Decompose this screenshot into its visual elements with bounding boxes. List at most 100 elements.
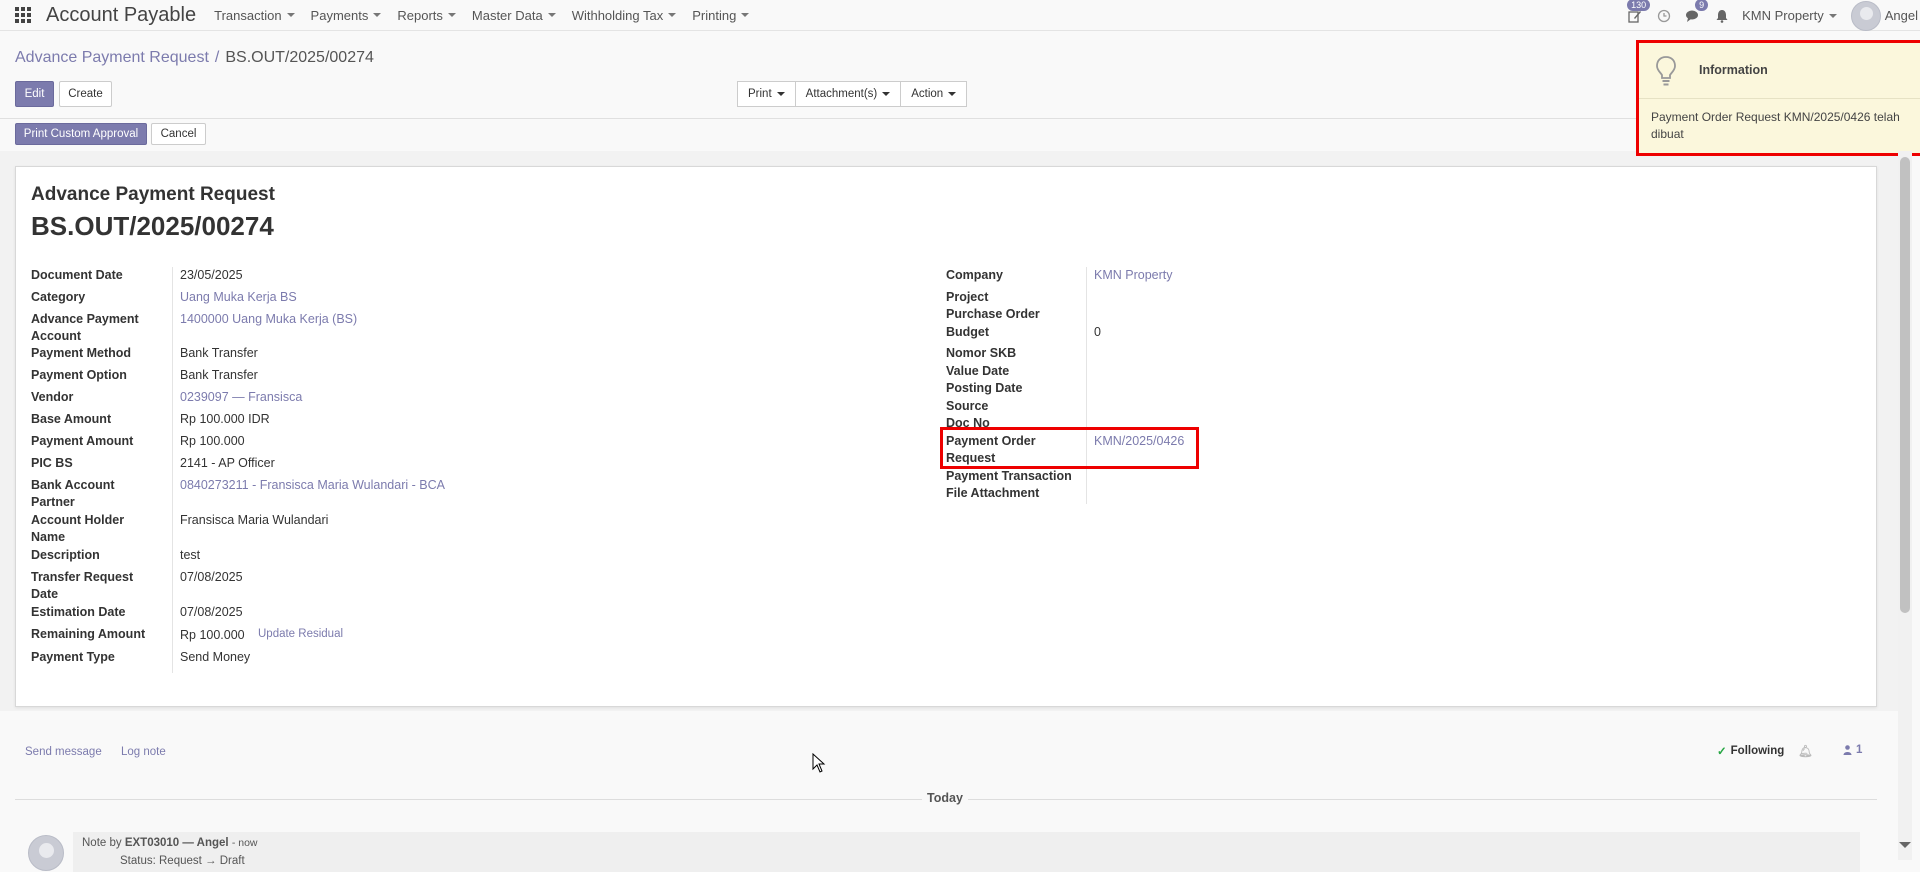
breadcrumb-separator: / [214,49,220,66]
value-description[interactable]: test [180,547,200,564]
label-estimation-date: Estimation Date [31,605,126,619]
log-note-button[interactable]: Log note [121,746,166,758]
value-bank-account-partner[interactable]: 0840273211 - Fransisca Maria Wulandari -… [180,477,445,494]
scrollbar-thumb[interactable] [1900,157,1910,613]
date-separator-today: Today [922,791,968,805]
label-payment-amount: Payment Amount [31,434,134,448]
breadcrumb-current: BS.OUT/2025/00274 [225,49,374,66]
value-pic-bs[interactable]: 2141 - AP Officer [180,455,275,472]
caret-down-icon [373,13,382,17]
caret-down-icon [948,92,957,96]
value-category[interactable]: Uang Muka Kerja BS [180,289,297,306]
note-tracking-value: Status: Request → Draft [120,855,245,867]
value-base-amount[interactable]: Rp 100.000 IDR [180,411,270,428]
value-payment-option[interactable]: Bank Transfer [180,367,258,384]
message-note: Note by EXT03010 — Angel - now [73,832,1860,872]
form-subtitle: Advance Payment Request [31,184,275,205]
breadcrumb-parent[interactable]: Advance Payment Request [15,49,209,67]
menu-label: Transaction [214,7,282,23]
caret-down-icon [741,13,750,17]
value-company[interactable]: KMN Property [1094,267,1173,284]
followers-button[interactable]: 1 [1843,744,1862,756]
action-label: Action [911,88,944,100]
caret-down-icon [1828,13,1837,18]
notification-title: Information [1699,63,1768,77]
value-advance-payment-account[interactable]: 1400000 Uang Muka Kerja (BS) [180,311,357,328]
bell-mute-icon[interactable]: 🔔︎ [1798,744,1813,758]
label-posting-date: Posting Date [946,381,1023,395]
menu-printing[interactable]: Printing [692,8,750,23]
label-purchase-order: Purchase Order [946,307,1040,321]
information-notification: Information Payment Order Request KMN/20… [1636,40,1920,156]
value-document-date[interactable]: 23/05/2025 [180,267,243,284]
followers-count: 1 [1856,744,1863,756]
user-avatar[interactable] [1850,0,1881,31]
menu-transaction[interactable]: Transaction [214,7,295,23]
form-title: BS.OUT/2025/00274 [31,211,274,241]
menu-withholding-tax[interactable]: Withholding Tax [572,8,677,23]
user-name[interactable]: Angel [1885,8,1918,23]
menu-master-data[interactable]: Master Data [472,8,556,23]
value-budget[interactable]: 0 [1094,324,1101,341]
print-label: Print [748,88,772,100]
check-icon: ✓ [1717,746,1727,758]
label-bank-account-partner: Bank Account Partner [31,478,115,509]
label-category: Category [31,290,86,304]
label-budget: Budget [946,325,990,339]
value-remaining-amount[interactable]: Rp 100.000 [180,627,245,644]
lightbulb-icon [1656,56,1676,86]
caret-down-icon [547,13,556,17]
caret-down-icon [776,92,785,96]
message-author-avatar[interactable] [28,835,64,871]
breadcrumb: Advance Payment Request / BS.OUT/2025/00… [15,49,374,67]
label-source: Source [946,399,989,413]
note-author[interactable]: EXT03010 — Angel [125,837,229,849]
user-icon [1843,745,1852,755]
page-scrollbar[interactable] [1898,151,1912,860]
caret-down-icon [447,13,456,17]
menu-payments[interactable]: Payments [311,8,382,23]
label-payment-option: Payment Option [31,368,127,382]
bell-icon[interactable] [1713,7,1731,25]
caret-down-icon [286,13,295,17]
send-message-button[interactable]: Send message [25,746,102,758]
value-transfer-request-date[interactable]: 07/08/2025 [180,569,243,586]
edit-button[interactable]: Edit [15,81,54,107]
cancel-button[interactable]: Cancel [151,123,206,145]
activity-edit-icon[interactable]: 130 [1626,0,1651,25]
attachments-dropdown[interactable]: Attachment(s) [794,81,902,107]
label-file-attachment: File Attachment [946,486,1040,500]
value-payment-method[interactable]: Bank Transfer [180,345,258,362]
label-document-date: Document Date [31,268,123,282]
highlight-payment-order-request [940,427,1199,469]
menu-label: Withholding Tax [571,7,664,23]
create-button[interactable]: Create [59,81,112,107]
value-vendor[interactable]: 0239097 — Fransisca [180,389,302,406]
value-payment-amount[interactable]: Rp 100.000 [180,433,245,450]
value-payment-type[interactable]: Send Money [180,649,250,666]
messages-badge: 9 [1695,0,1709,11]
notification-header: Information [1639,43,1920,99]
label-vendor: Vendor [31,390,74,404]
print-dropdown[interactable]: Print [737,81,796,107]
menu-label: Master Data [471,7,543,23]
menu-label: Reports [397,7,443,23]
value-account-holder-name[interactable]: Fransisca Maria Wulandari [180,512,328,529]
messages-icon[interactable]: 9 [1684,0,1709,25]
note-time: - now [231,837,258,849]
label-advance-payment-account: Advance Payment Account [31,312,139,343]
apps-menu-icon[interactable] [14,6,32,24]
update-residual-button[interactable]: Update Residual [258,628,343,640]
label-base-amount: Base Amount [31,412,112,426]
label-account-holder-name: Account Holder Name [31,513,125,544]
following-toggle[interactable]: ✓ Following 🔔︎ [1717,744,1813,758]
menu-reports[interactable]: Reports [397,8,456,23]
company-switcher[interactable]: KMN Property [1742,8,1837,23]
value-estimation-date[interactable]: 07/08/2025 [180,604,243,621]
scroll-down-arrow-icon[interactable] [1899,842,1911,848]
action-dropdown[interactable]: Action [900,81,968,107]
top-navbar: Account Payable Transaction Payments Rep… [0,0,1920,31]
clock-icon[interactable] [1655,7,1673,25]
print-custom-approval-button[interactable]: Print Custom Approval [15,123,147,145]
column-divider [172,267,173,673]
